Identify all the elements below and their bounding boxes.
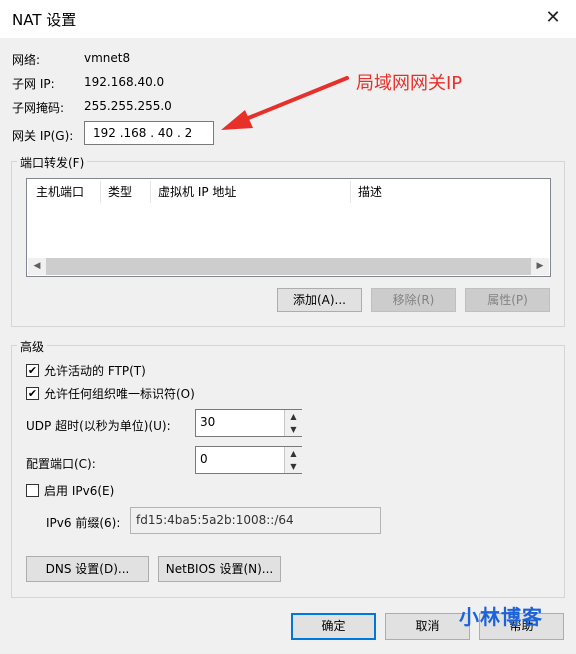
- annotation-arrow-icon: [221, 76, 349, 130]
- allow-ftp-label: 允许活动的 FTP(T): [44, 364, 146, 378]
- port-forwarding-title: 端口转发(F): [17, 154, 88, 171]
- window-title: NAT 设置: [12, 11, 77, 29]
- annotation-label: 局域网网关IP: [356, 73, 463, 94]
- udp-timeout-stepper[interactable]: 30 ▲ ▼: [195, 409, 302, 437]
- ipv6-prefix-label: IPv6 前缀(6):: [46, 516, 121, 530]
- enable-ipv6-checkbox[interactable]: [26, 484, 39, 497]
- cancel-button[interactable]: 取消: [385, 613, 470, 640]
- remove-button[interactable]: 移除(R): [371, 288, 456, 312]
- network-label: 网络:: [12, 53, 41, 67]
- gateway-label: 网关 IP(G):: [12, 129, 74, 143]
- advanced-title: 高级: [17, 338, 48, 355]
- column-header-vm-ip[interactable]: 虚拟机 IP 地址: [151, 181, 351, 203]
- subnet-ip-label: 子网 IP:: [12, 77, 55, 91]
- subnet-mask-label: 子网掩码:: [12, 101, 65, 115]
- ipv6-prefix-input[interactable]: fd15:4ba5:5a2b:1008::/64: [130, 507, 381, 534]
- dns-settings-button[interactable]: DNS 设置(D)...: [26, 556, 149, 582]
- port-forwarding-list[interactable]: 主机端口 类型 虚拟机 IP 地址 描述 ◀ ▶: [26, 178, 551, 277]
- close-icon[interactable]: ✕: [541, 6, 565, 30]
- network-value: vmnet8: [84, 51, 131, 65]
- netbios-settings-button[interactable]: NetBIOS 设置(N)...: [158, 556, 281, 582]
- config-port-value[interactable]: 0: [200, 452, 208, 466]
- column-header-description[interactable]: 描述: [351, 181, 548, 203]
- scroll-right-icon[interactable]: ▶: [531, 258, 549, 275]
- subnet-mask-value: 255.255.255.0: [84, 99, 172, 113]
- spin-up-icon[interactable]: ▲: [284, 447, 302, 460]
- column-header-type[interactable]: 类型: [101, 181, 151, 203]
- gateway-ip-input[interactable]: 192 .168 . 40 . 2: [84, 121, 214, 145]
- spin-down-icon[interactable]: ▼: [284, 423, 302, 436]
- udp-timeout-value[interactable]: 30: [200, 415, 215, 429]
- config-port-label: 配置端口(C):: [26, 457, 96, 471]
- watermark-logo: 小林博客: [459, 605, 543, 629]
- spin-up-icon[interactable]: ▲: [284, 410, 302, 423]
- allow-ftp-checkbox[interactable]: ✔: [26, 364, 39, 377]
- spin-down-icon[interactable]: ▼: [284, 460, 302, 473]
- allow-oui-label: 允许任何组织唯一标识符(O): [44, 387, 195, 401]
- udp-timeout-label: UDP 超时(以秒为单位)(U):: [26, 419, 171, 433]
- horizontal-scrollbar[interactable]: ◀ ▶: [28, 258, 549, 275]
- enable-ipv6-label: 启用 IPv6(E): [44, 484, 115, 498]
- scroll-thumb[interactable]: [46, 258, 531, 275]
- properties-button[interactable]: 属性(P): [465, 288, 550, 312]
- title-bar: [0, 0, 576, 38]
- subnet-ip-value: 192.168.40.0: [84, 75, 165, 89]
- scroll-left-icon[interactable]: ◀: [28, 258, 46, 275]
- allow-oui-checkbox[interactable]: ✔: [26, 387, 39, 400]
- config-port-stepper[interactable]: 0 ▲ ▼: [195, 446, 302, 474]
- add-button[interactable]: 添加(A)...: [277, 288, 362, 312]
- column-header-host-port[interactable]: 主机端口: [29, 181, 101, 203]
- ok-button[interactable]: 确定: [291, 613, 376, 640]
